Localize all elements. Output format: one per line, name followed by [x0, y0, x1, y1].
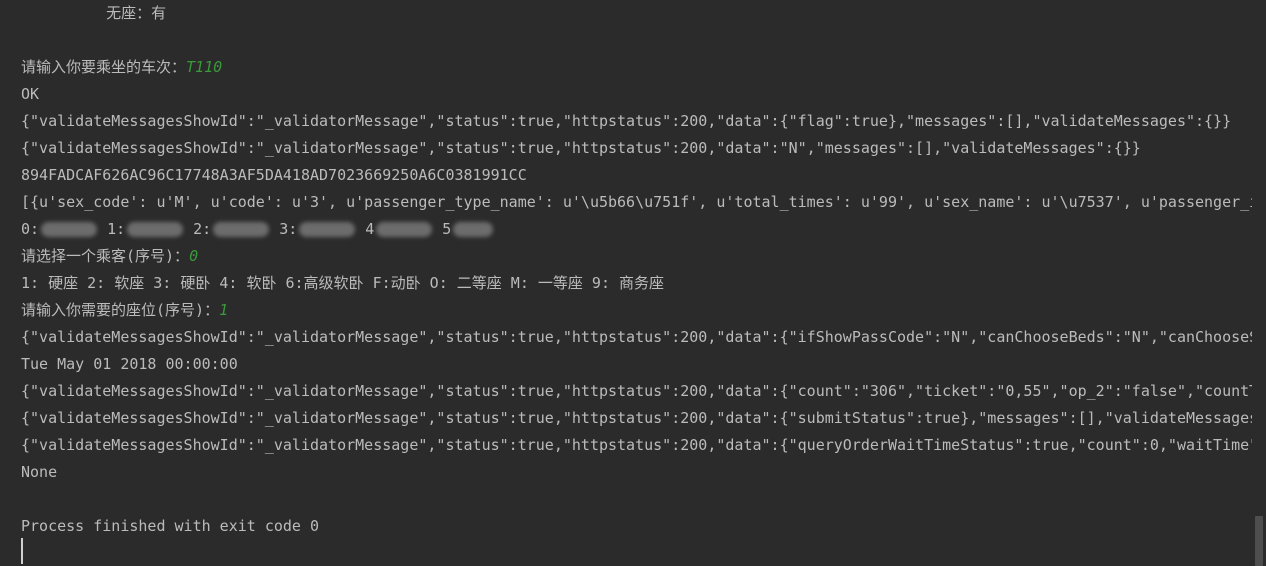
- redacted-name-3: [299, 222, 356, 237]
- text-caret[interactable]: [21, 538, 23, 564]
- vertical-scrollbar[interactable]: [1252, 0, 1266, 566]
- passenger-input-value: 0: [189, 247, 199, 265]
- output-line-resp-flag: {"validateMessagesShowId":"_validatorMes…: [21, 112, 1232, 130]
- passenger-prompt: 请选择一个乘客(序号)：: [21, 247, 190, 265]
- output-line-hash: 894FADCAF626AC96C17748A3AF5DA418AD702366…: [21, 166, 527, 184]
- output-line-resp-n: {"validateMessagesShowId":"_validatorMes…: [21, 139, 1141, 157]
- redacted-name-0: [41, 222, 98, 237]
- seat-input-value: 1: [219, 301, 229, 319]
- train-prompt-line: 请输入你要乘坐的车次：T110: [21, 54, 222, 81]
- scrollbar-thumb[interactable]: [1255, 516, 1263, 566]
- output-line-passengers-dict: [{u'sex_code': u'M', u'code': u'3', u'pa…: [21, 193, 1266, 211]
- output-line-wuzuo: 无座：有: [70, 4, 167, 22]
- output-line-none: None: [21, 463, 58, 481]
- passenger-list-line: 0: 1: 2: 3: 4 5: [21, 216, 503, 243]
- output-line-resp-passcode: {"validateMessagesShowId":"_validatorMes…: [21, 328, 1266, 346]
- passenger-index-1: 1:: [107, 220, 126, 238]
- redacted-name-1: [127, 222, 184, 237]
- passenger-index-4: 4: [365, 220, 375, 238]
- passenger-index-5: 5: [442, 220, 452, 238]
- console-output[interactable]: 无座：有 请输入你要乘坐的车次：T110 OK {"validateMessag…: [0, 0, 1266, 566]
- train-input-value: T110: [186, 58, 223, 76]
- process-exit-line: Process finished with exit code 0: [21, 517, 320, 535]
- seat-prompt: 请输入你需要的座位(序号)：: [21, 301, 220, 319]
- passenger-index-2: 2:: [193, 220, 212, 238]
- passenger-prompt-line: 请选择一个乘客(序号)：0: [21, 243, 198, 270]
- redacted-name-5: [453, 222, 494, 237]
- redacted-name-2: [213, 222, 270, 237]
- passenger-index-3: 3:: [279, 220, 298, 238]
- output-line-resp-wait: {"validateMessagesShowId":"_validatorMes…: [21, 436, 1266, 454]
- output-line-resp-count: {"validateMessagesShowId":"_validatorMes…: [21, 382, 1259, 400]
- output-line-date: Tue May 01 2018 00:00:00: [21, 355, 238, 373]
- passenger-index-0: 0:: [21, 220, 40, 238]
- output-line-ok: OK: [21, 85, 40, 103]
- output-line-seat-types: 1: 硬座 2: 软座 3: 硬卧 4: 软卧 6:高级软卧 F:动卧 O: 二…: [21, 274, 665, 292]
- redacted-name-4: [376, 222, 433, 237]
- seat-prompt-line: 请输入你需要的座位(序号)：1: [21, 297, 228, 324]
- train-prompt: 请输入你要乘坐的车次：: [21, 58, 187, 76]
- output-line-resp-submit: {"validateMessagesShowId":"_validatorMes…: [21, 409, 1259, 427]
